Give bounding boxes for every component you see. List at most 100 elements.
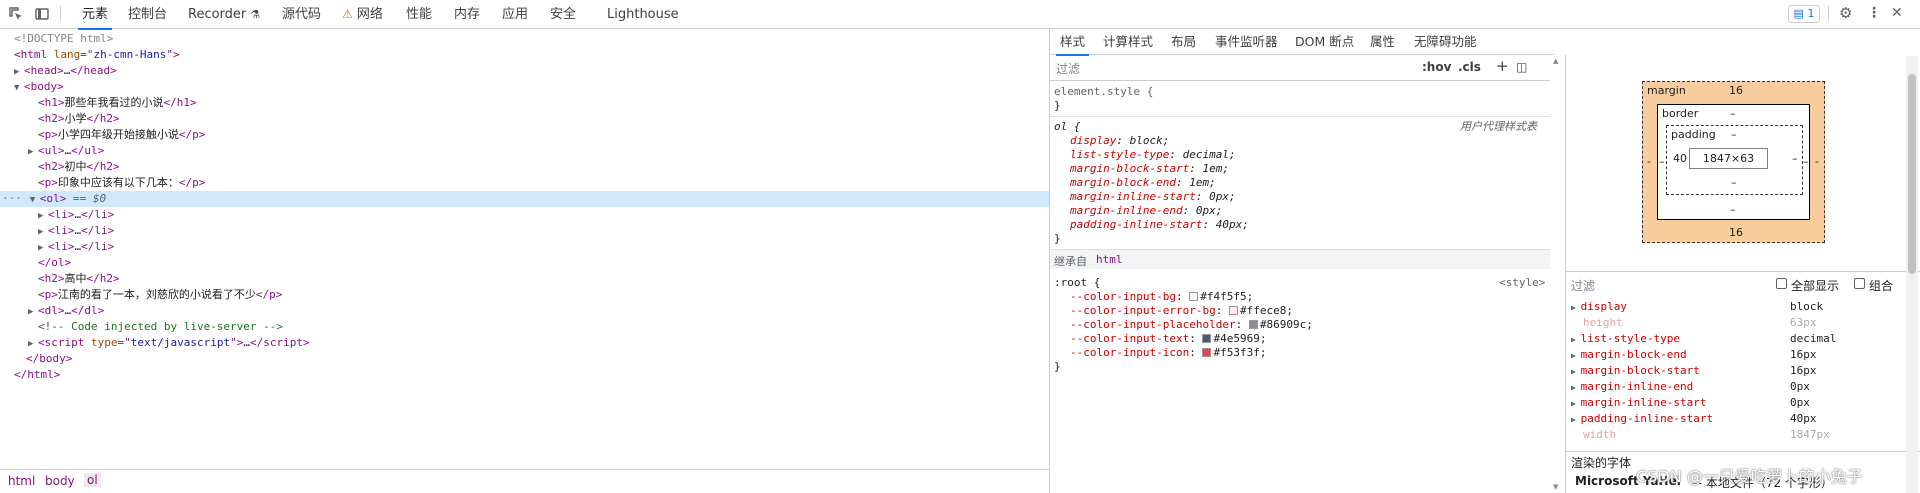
tab-dom-breakpoints[interactable]: DOM 断点 <box>1295 29 1354 55</box>
computed-property[interactable]: height 63px <box>1571 315 1911 331</box>
inspect-icon[interactable] <box>8 6 24 22</box>
padding-left-value[interactable]: 40 <box>1673 152 1687 165</box>
css-declaration[interactable]: display: block; <box>1070 134 1169 148</box>
expand-arrow-icon[interactable]: ▶ <box>14 64 24 80</box>
css-value[interactable]: 0px <box>1209 190 1229 203</box>
css-property[interactable]: display <box>1070 134 1116 147</box>
close-icon[interactable]: ✕ <box>1891 5 1907 21</box>
new-rule-button[interactable]: + <box>1496 57 1509 75</box>
dom-line[interactable]: <h2>初中</h2> <box>0 159 1049 175</box>
breadcrumb-html[interactable]: html <box>8 474 35 488</box>
styles-scrollbar[interactable]: ▲ ▼ <box>1550 55 1564 493</box>
computed-scrollbar[interactable] <box>1906 56 1918 493</box>
tab-styles[interactable]: 样式 <box>1055 29 1090 56</box>
expand-arrow-icon[interactable]: ▶ <box>1571 335 1581 344</box>
dom-line[interactable]: ▶ <li>…</li> <box>0 239 1049 255</box>
margin-right-value[interactable]: - <box>1815 155 1819 168</box>
expand-arrow-icon[interactable]: ▶ <box>1571 399 1581 408</box>
color-swatch[interactable] <box>1202 348 1212 357</box>
root-selector[interactable]: :root { <box>1054 276 1100 290</box>
padding-bottom-value[interactable]: – <box>1731 176 1737 189</box>
styles-filter-input[interactable]: 过滤 <box>1056 60 1080 77</box>
scroll-down-icon[interactable]: ▼ <box>1553 483 1558 491</box>
color-swatch[interactable] <box>1202 334 1212 343</box>
expand-arrow-icon[interactable]: ▶ <box>38 224 48 240</box>
dom-line[interactable]: ▶ <script type="text/javascript">…</scrip… <box>0 335 1049 351</box>
expand-arrow-icon[interactable]: ▶ <box>28 144 38 160</box>
computed-property[interactable]: ▶ margin-inline-start 0px <box>1571 395 1911 411</box>
css-value[interactable]: #ffece8 <box>1240 304 1286 317</box>
css-declaration[interactable]: padding-inline-start: 40px; <box>1070 218 1249 232</box>
css-property[interactable]: padding-inline-start <box>1070 218 1202 231</box>
dom-line[interactable]: </body> <box>0 351 1049 367</box>
issues-badge[interactable]: ▤ 1 <box>1788 5 1820 23</box>
computed-property[interactable]: ▶ margin-inline-end 0px <box>1571 379 1911 395</box>
dom-line[interactable]: ▶ <ul>…</ul> <box>0 143 1049 159</box>
margin-top-value[interactable]: 16 <box>1729 84 1743 97</box>
border-left-value[interactable]: – <box>1659 155 1665 168</box>
expand-arrow-icon[interactable]: ▶ <box>28 304 38 320</box>
tab-lighthouse[interactable]: Lighthouse <box>607 0 679 29</box>
css-value[interactable]: #4e5969 <box>1213 332 1259 345</box>
computed-property[interactable]: ▶ display block <box>1571 299 1911 315</box>
css-property[interactable]: --color-input-icon <box>1070 346 1189 359</box>
border-right-value[interactable]: – <box>1803 155 1809 168</box>
expand-arrow-icon[interactable]: ▶ <box>1571 415 1581 424</box>
dom-line[interactable]: ▶ <li>…</li> <box>0 223 1049 239</box>
margin-left-value[interactable]: - <box>1647 155 1651 168</box>
dom-line[interactable]: <p>江南的看了一本，刘慈欣的小说看了不少</p> <box>0 287 1049 303</box>
css-declaration[interactable]: list-style-type: decimal; <box>1070 148 1236 162</box>
css-value[interactable]: #86909c <box>1260 318 1306 331</box>
group-checkbox[interactable] <box>1854 278 1865 289</box>
border-top-value[interactable]: – <box>1730 107 1736 120</box>
dom-line[interactable]: <html lang="zh-cmn-Hans"> <box>0 47 1049 63</box>
margin-bottom-value[interactable]: 16 <box>1729 226 1743 239</box>
expand-arrow-icon[interactable]: ▶ <box>28 336 38 352</box>
computed-property[interactable]: ▶ padding-inline-start 40px <box>1571 411 1911 427</box>
computed-property[interactable]: width 1847px <box>1571 427 1911 443</box>
dom-line[interactable]: <p>小学四年级开始接触小说</p> <box>0 127 1049 143</box>
toggle-sidebar-icon[interactable]: ◫ <box>1516 60 1527 74</box>
dom-line[interactable]: ▶ <dl>…</dl> <box>0 303 1049 319</box>
border-bottom-value[interactable]: – <box>1730 203 1736 216</box>
css-variable[interactable]: --color-input-placeholder: #86909c; <box>1070 318 1313 332</box>
css-value[interactable]: decimal <box>1183 148 1229 161</box>
dom-line[interactable]: ▼ <body> <box>0 79 1049 95</box>
tab-security[interactable]: 安全 <box>550 0 576 29</box>
css-variable[interactable]: --color-input-error-bg: #ffece8; <box>1070 304 1293 318</box>
css-property[interactable]: margin-inline-end <box>1070 204 1183 217</box>
tab-performance[interactable]: 性能 <box>406 0 432 29</box>
css-value[interactable]: #f53f3f <box>1213 346 1259 359</box>
expand-arrow-icon[interactable]: ▶ <box>38 208 48 224</box>
css-property[interactable]: margin-block-end <box>1070 176 1176 189</box>
expand-arrow-icon[interactable]: ▶ <box>1571 367 1581 376</box>
dom-line[interactable]: <h2>小学</h2> <box>0 111 1049 127</box>
css-variable[interactable]: --color-input-bg: #f4f5f5; <box>1070 290 1253 304</box>
css-value[interactable]: 40px <box>1216 218 1243 231</box>
expand-arrow-icon[interactable]: ▶ <box>1571 383 1581 392</box>
dom-line[interactable]: <h1>那些年我看过的小说</h1> <box>0 95 1049 111</box>
color-swatch[interactable] <box>1228 306 1238 315</box>
tab-console[interactable]: 控制台 <box>128 0 167 29</box>
tab-computed[interactable]: 计算样式 <box>1103 29 1153 55</box>
show-all-checkbox[interactable] <box>1776 278 1787 289</box>
padding-top-value[interactable]: – <box>1731 128 1737 141</box>
tab-layout[interactable]: 布局 <box>1171 29 1196 55</box>
tab-recorder[interactable]: Recorder ⚗ <box>188 0 260 29</box>
css-property[interactable]: --color-input-placeholder <box>1070 318 1236 331</box>
css-declaration[interactable]: margin-block-start: 1em; <box>1070 162 1229 176</box>
box-model-content[interactable]: 1847×63 <box>1689 148 1768 169</box>
padding-right-value[interactable]: – <box>1792 152 1798 165</box>
css-property[interactable]: --color-input-error-bg <box>1070 304 1216 317</box>
css-value[interactable]: 0px <box>1196 204 1216 217</box>
dom-line[interactable]: ▶ <head>…</head> <box>0 63 1049 79</box>
hov-button[interactable]: :hov <box>1422 60 1451 74</box>
ol-selector[interactable]: ol { <box>1054 120 1081 134</box>
tab-sources[interactable]: 源代码 <box>282 0 321 29</box>
css-property[interactable]: margin-block-start <box>1070 162 1189 175</box>
css-value[interactable]: #f4f5f5 <box>1200 290 1246 303</box>
tab-application[interactable]: 应用 <box>502 0 528 29</box>
dom-line[interactable]: </html> <box>0 367 1049 383</box>
more-icon[interactable]: ⋮ <box>1866 5 1882 21</box>
scrollbar-thumb[interactable] <box>1908 74 1916 274</box>
